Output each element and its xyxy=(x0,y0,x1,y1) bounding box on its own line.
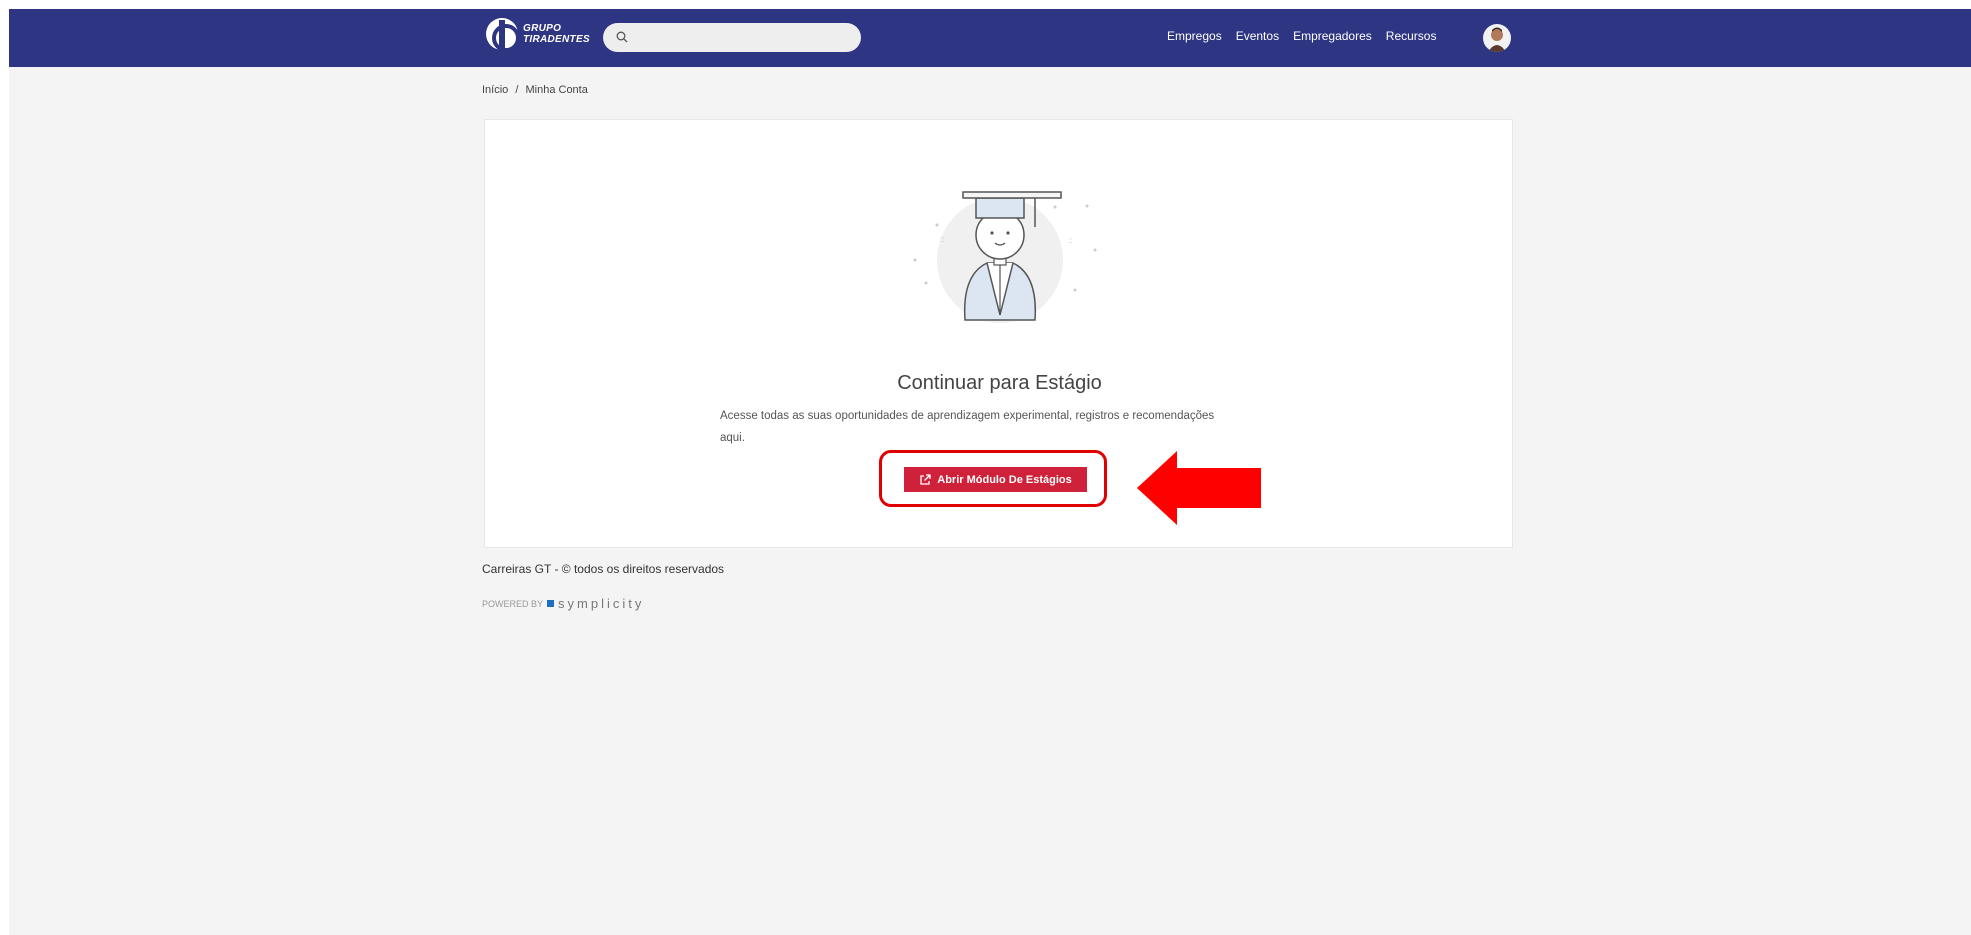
powered-by[interactable]: POWERED BY symplicity xyxy=(482,596,644,611)
logo-mark-icon xyxy=(486,18,520,52)
search-input[interactable] xyxy=(603,23,861,52)
page: GRUPO TIRADENTES Empregos Eventos Empreg… xyxy=(9,9,1971,935)
nav-empregadores[interactable]: Empregadores xyxy=(1293,29,1372,43)
logo-line-1: GRUPO xyxy=(523,23,562,34)
svg-text:::: :: xyxy=(940,235,944,244)
breadcrumb-current: Minha Conta xyxy=(525,84,588,96)
breadcrumb-separator: / xyxy=(515,84,519,96)
card-title: Continuar para Estágio xyxy=(897,372,1102,394)
search-icon xyxy=(616,31,628,43)
avatar-icon xyxy=(1488,27,1506,52)
red-arrow-icon xyxy=(1137,451,1261,525)
breadcrumb-home[interactable]: Início xyxy=(482,84,508,96)
user-avatar[interactable] xyxy=(1483,24,1511,52)
top-navbar: GRUPO TIRADENTES Empregos Eventos Empreg… xyxy=(9,9,1971,67)
main-nav: Empregos Eventos Empregadores Recursos xyxy=(1167,29,1436,43)
nav-empregos[interactable]: Empregos xyxy=(1167,29,1222,43)
breadcrumb: Início / Minha Conta xyxy=(482,84,592,96)
footer-copyright: Carreiras GT - © todos os direitos reser… xyxy=(482,562,725,576)
button-highlight-outline: Abrir Módulo De Estágios xyxy=(879,450,1107,507)
internship-card: :: :: Continuar para Estágio Acesse toda… xyxy=(484,119,1513,548)
graduate-icon: :: :: xyxy=(913,191,1097,323)
grupo-tiradentes-logo[interactable]: GRUPO TIRADENTES xyxy=(486,18,590,52)
nav-recursos[interactable]: Recursos xyxy=(1386,29,1437,43)
symplicity-brand: symplicity xyxy=(558,596,645,611)
logo-line-2: TIRADENTES xyxy=(523,34,590,45)
open-internship-module-button[interactable]: Abrir Módulo De Estágios xyxy=(904,467,1087,492)
button-label: Abrir Módulo De Estágios xyxy=(937,473,1072,486)
card-description: Acesse todas as suas oportunidades de ap… xyxy=(720,410,1215,444)
external-link-icon xyxy=(920,473,931,485)
svg-text:::: :: xyxy=(1068,236,1072,245)
powered-by-label: POWERED BY xyxy=(482,598,544,609)
symplicity-square-icon xyxy=(547,600,555,607)
nav-eventos[interactable]: Eventos xyxy=(1236,29,1279,43)
